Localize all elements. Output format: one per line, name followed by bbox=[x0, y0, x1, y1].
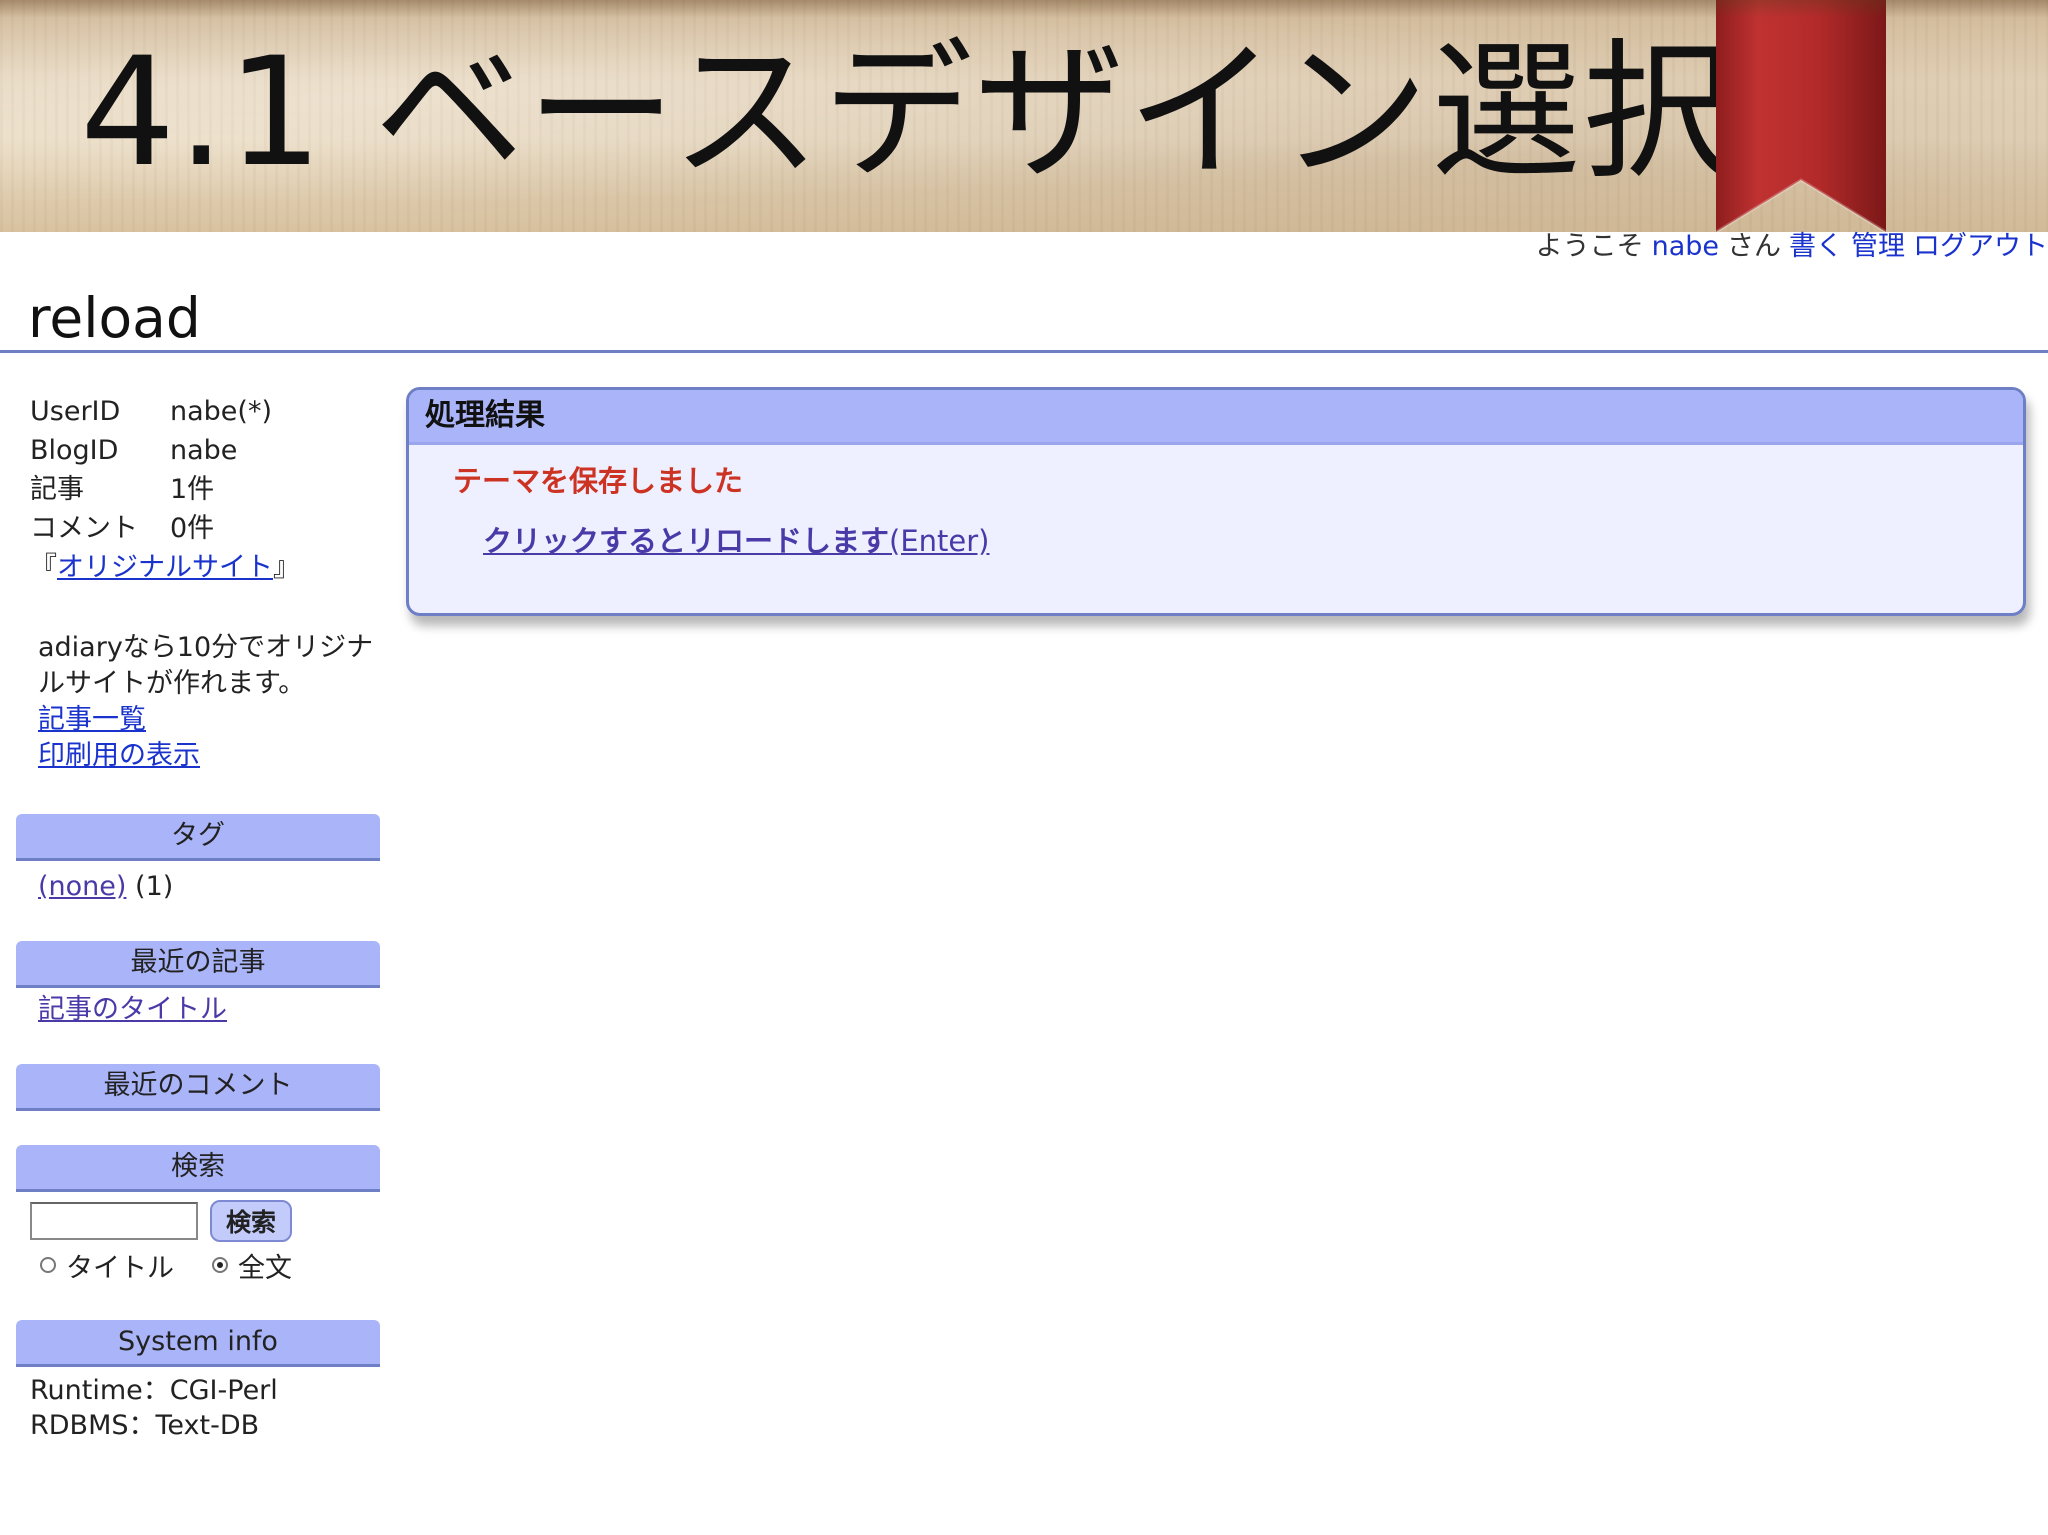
header-divider bbox=[0, 350, 2048, 353]
radio-fulltext[interactable] bbox=[212, 1257, 228, 1273]
runtime-info: Runtime：CGI-Perl bbox=[30, 1375, 278, 1406]
tag-link[interactable]: (none) bbox=[38, 871, 126, 902]
recent-articles-heading: 最近の記事 bbox=[16, 941, 380, 988]
system-info-body: Runtime：CGI-Perl RDBMS：Text-DB bbox=[16, 1367, 380, 1443]
radio-fulltext-label[interactable]: 全文 bbox=[238, 1246, 292, 1285]
welcome-bar: ようこそ nabe さん 書く 管理 ログアウト bbox=[1536, 230, 2048, 264]
info-key: BlogID bbox=[30, 435, 119, 466]
user-link[interactable]: nabe bbox=[1652, 231, 1719, 262]
info-value: nabe(*) bbox=[170, 396, 272, 427]
bracket-open: 『 bbox=[30, 552, 57, 583]
tags-section: タグ (none) (1) bbox=[16, 814, 380, 907]
info-row: BlogID nabe bbox=[30, 431, 272, 470]
blog-title[interactable]: reload bbox=[28, 286, 201, 350]
info-row: コメント 0件 bbox=[30, 509, 272, 548]
welcome-prefix: ようこそ bbox=[1535, 231, 1644, 262]
info-key: コメント bbox=[30, 513, 138, 544]
search-mode-options: タイトル 全文 bbox=[16, 1242, 380, 1286]
info-row: UserID nabe(*) bbox=[30, 392, 272, 431]
reload-link-text[interactable]: クリックするとリロードします bbox=[483, 524, 889, 558]
article-list-link[interactable]: 記事一覧 bbox=[38, 702, 380, 738]
info-value: 1件 bbox=[170, 474, 215, 505]
recent-comments-section: 最近のコメント bbox=[16, 1064, 380, 1111]
print-view-link[interactable]: 印刷用の表示 bbox=[38, 738, 380, 774]
write-link[interactable]: 書く bbox=[1789, 231, 1843, 262]
slide-title: 4.1 ベースデザイン選択 bbox=[80, 26, 1735, 200]
search-section: 検索 検索 タイトル 全文 bbox=[16, 1145, 380, 1286]
info-key: 記事 bbox=[30, 474, 84, 505]
tags-heading: タグ bbox=[16, 814, 380, 861]
search-row: 検索 bbox=[16, 1192, 380, 1242]
manage-link[interactable]: 管理 bbox=[1851, 231, 1905, 262]
recent-articles-body: 記事のタイトル bbox=[16, 988, 380, 1030]
sidebar: UserID nabe(*) BlogID nabe 記事 1件 コメント 0件… bbox=[16, 392, 380, 1443]
radio-title[interactable] bbox=[40, 1257, 56, 1273]
logout-link[interactable]: ログアウト bbox=[1913, 231, 2048, 262]
tag-count: (1) bbox=[135, 871, 174, 902]
tags-body: (none) (1) bbox=[16, 861, 380, 907]
radio-title-label[interactable]: タイトル bbox=[66, 1246, 174, 1285]
reload-link[interactable]: クリックするとリロードします(Enter) bbox=[483, 519, 989, 563]
result-heading: 処理結果 bbox=[409, 390, 2023, 445]
result-message: テーマを保存しました bbox=[453, 464, 744, 498]
recent-article-link[interactable]: 記事のタイトル bbox=[38, 994, 227, 1025]
search-input[interactable] bbox=[30, 1202, 198, 1240]
search-button[interactable]: 検索 bbox=[210, 1200, 293, 1242]
blog-info-table: UserID nabe(*) BlogID nabe 記事 1件 コメント 0件 bbox=[30, 392, 272, 548]
reload-link-key[interactable]: (Enter) bbox=[889, 524, 989, 558]
system-info-section: System info Runtime：CGI-Perl RDBMS：Text-… bbox=[16, 1320, 380, 1443]
recent-articles-section: 最近の記事 記事のタイトル bbox=[16, 941, 380, 1030]
sidebar-description: adiaryなら10分でオリジナルサイトが作れます。 bbox=[38, 632, 374, 699]
recent-comments-heading: 最近のコメント bbox=[16, 1064, 380, 1111]
search-heading: 検索 bbox=[16, 1145, 380, 1192]
info-row: 記事 1件 bbox=[30, 470, 272, 509]
info-value: 0件 bbox=[170, 513, 215, 544]
welcome-suffix: さん bbox=[1727, 231, 1781, 262]
system-info-heading: System info bbox=[16, 1320, 380, 1367]
info-key: UserID bbox=[30, 396, 121, 427]
info-value: nabe bbox=[170, 435, 238, 466]
result-panel: 処理結果 テーマを保存しました クリックするとリロードします(Enter) bbox=[406, 387, 2026, 616]
original-site-link[interactable]: オリジナルサイト bbox=[57, 552, 273, 583]
bookmark-ribbon-icon bbox=[1715, 0, 1887, 232]
original-site-line: 『オリジナルサイト』 bbox=[30, 548, 380, 588]
bracket-close: 』 bbox=[273, 552, 300, 583]
sidebar-links: 記事一覧 印刷用の表示 bbox=[38, 702, 380, 774]
slide-banner: 4.1 ベースデザイン選択 bbox=[0, 0, 2048, 232]
rdbms-info: RDBMS：Text-DB bbox=[30, 1410, 260, 1441]
